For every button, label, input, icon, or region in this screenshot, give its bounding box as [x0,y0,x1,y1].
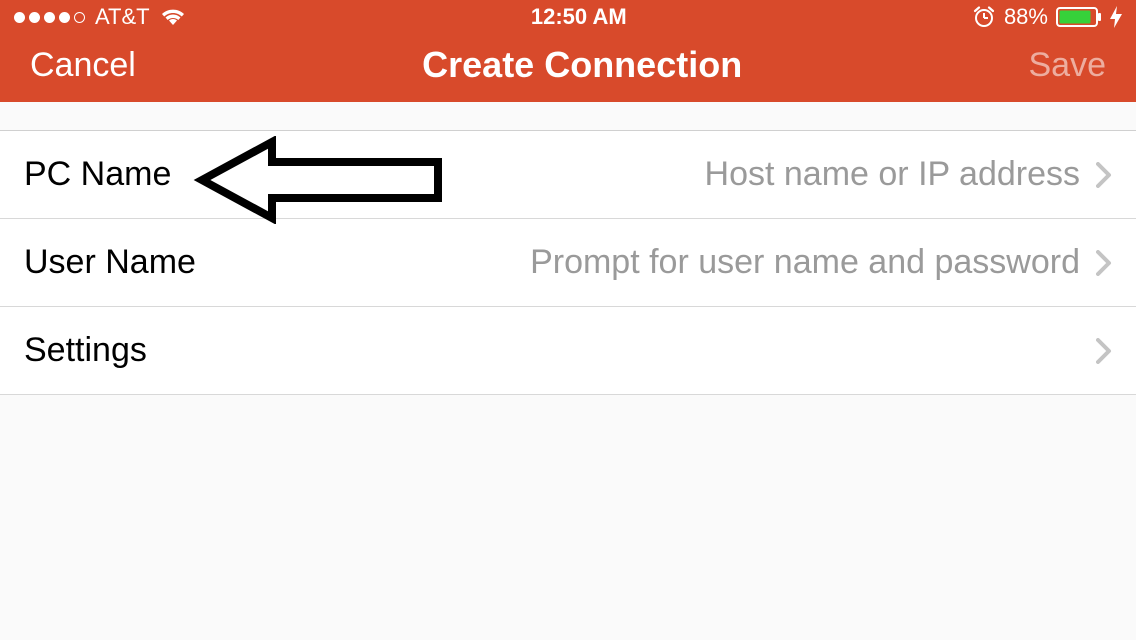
row-user-name[interactable]: User Name Prompt for user name and passw… [0,219,1136,307]
chevron-right-icon [1096,250,1112,276]
charging-bolt-icon [1110,6,1122,28]
content-area: PC Name Host name or IP address User Nam… [0,102,1136,395]
wifi-icon [160,7,186,27]
row-user-name-value: Prompt for user name and password [530,243,1080,282]
nav-bar: Cancel Create Connection Save [0,34,1136,102]
status-bar: AT&T 12:50 AM 88% [0,0,1136,34]
chevron-right-icon [1096,338,1112,364]
row-pc-name-value: Host name or IP address [705,155,1080,194]
row-user-name-label: User Name [24,243,196,282]
alarm-icon [972,5,996,29]
status-right: 88% [972,4,1122,30]
battery-icon [1056,7,1102,27]
row-settings-label: Settings [24,331,147,370]
carrier-label: AT&T [95,4,150,30]
row-settings[interactable]: Settings [0,307,1136,395]
signal-strength-icon [14,12,85,23]
page-title: Create Connection [422,44,742,86]
save-button[interactable]: Save [1028,46,1106,85]
status-left: AT&T [14,4,186,30]
cancel-button[interactable]: Cancel [30,46,136,85]
row-pc-name-label: PC Name [24,155,171,194]
row-pc-name[interactable]: PC Name Host name or IP address [0,131,1136,219]
battery-percent: 88% [1004,4,1048,30]
settings-list: PC Name Host name or IP address User Nam… [0,130,1136,395]
status-time: 12:50 AM [531,4,627,30]
header: AT&T 12:50 AM 88% [0,0,1136,102]
chevron-right-icon [1096,162,1112,188]
